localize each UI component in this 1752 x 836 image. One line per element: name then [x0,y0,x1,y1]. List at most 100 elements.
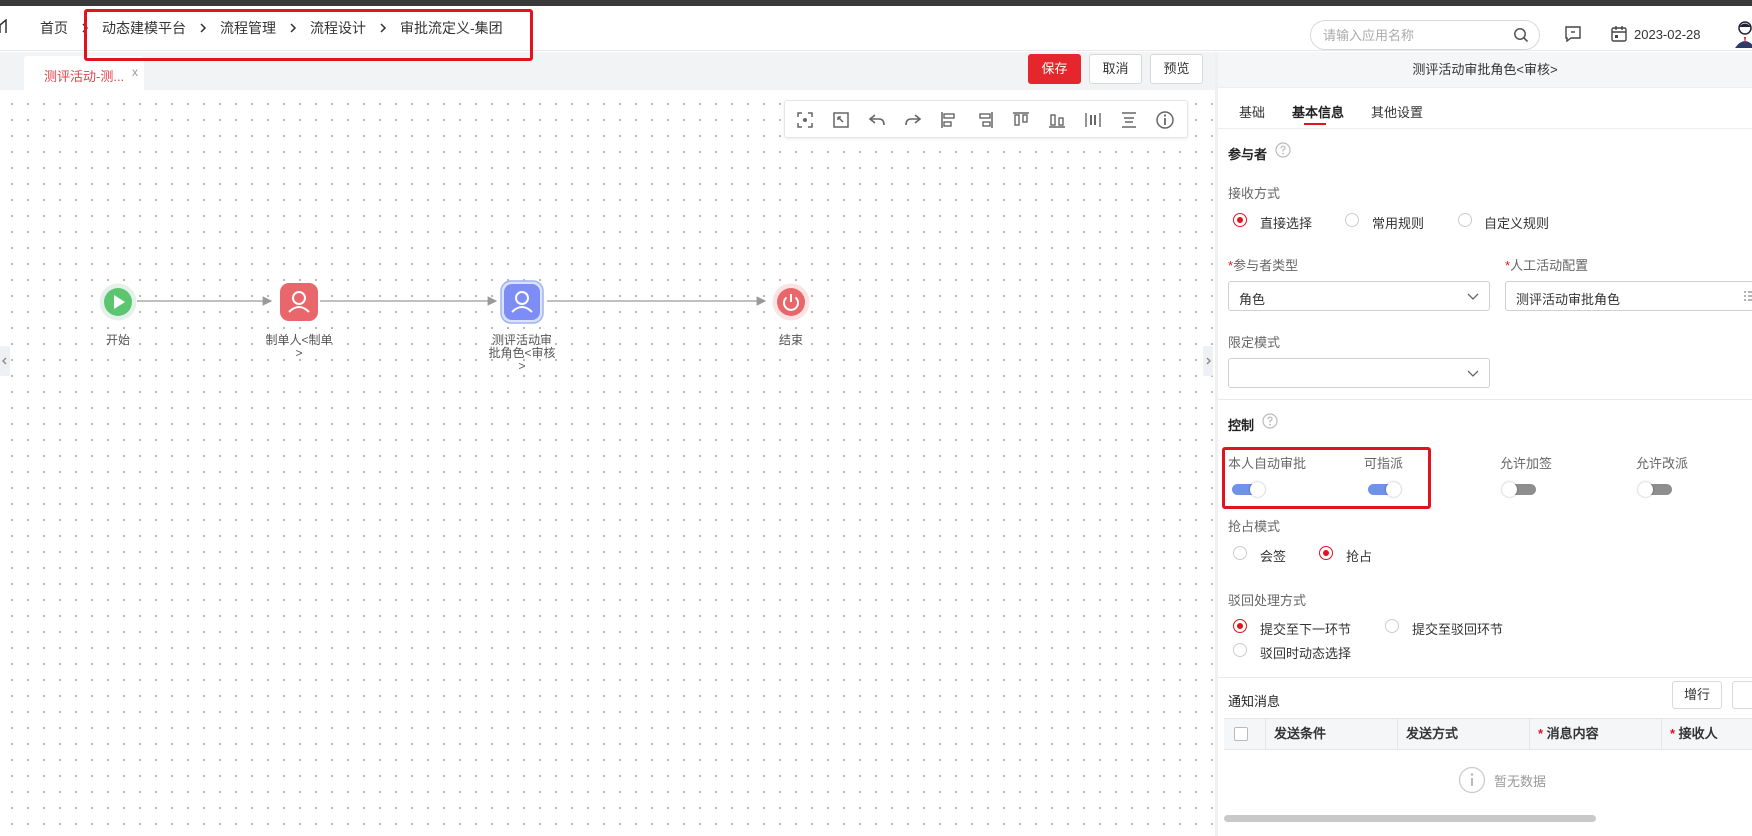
radio-countersign[interactable] [1233,546,1247,560]
limit-mode-select[interactable] [1228,358,1490,388]
assignable-toggle[interactable] [1366,481,1402,497]
cancel-button[interactable]: 取消 [1089,54,1142,84]
right-panel-toggle[interactable] [1203,346,1213,376]
allow-reassign-toggle[interactable] [1638,481,1674,497]
flow-node-start[interactable] [99,283,137,324]
participant-type-label: *参与者类型 [1228,258,1299,273]
chevron-right-icon [379,21,387,35]
breadcrumb-platform[interactable]: 动态建模平台 [102,18,186,38]
toggle-label-allow-reassign: 允许改派 [1636,456,1689,471]
flow-canvas[interactable]: 开始 制单人<制单 > 测评活动审 批角色<审核 > 结束 [0,90,1215,836]
select-all-cell [1224,719,1266,749]
control-title: 控制 [1228,418,1255,433]
search-input[interactable] [1323,26,1503,44]
radio-label: 提交至下一环节 [1260,622,1352,637]
radio-label: 常用规则 [1372,216,1425,231]
manual-activity-label: *人工活动配置 [1505,258,1589,273]
info-icon [1458,766,1486,794]
radio-submit-next[interactable] [1233,619,1247,633]
toggle-label-self-auto-approve: 本人自动审批 [1228,456,1307,471]
radio-label: 直接选择 [1260,216,1313,231]
radio-dynamic-select[interactable] [1233,643,1247,657]
tab-basic-info[interactable]: 基本信息 [1292,102,1344,121]
column-header: 发送方式 [1398,719,1530,749]
receive-mode-label: 接收方式 [1228,186,1281,201]
radio-custom-rule[interactable] [1458,213,1472,227]
breadcrumb-process-design[interactable]: 流程设计 [310,18,366,38]
delete-row-button[interactable] [1732,681,1752,709]
home-icon[interactable] [0,19,8,35]
toggle-label-allow-add-sign: 允许加签 [1500,456,1553,471]
chevron-right-icon [289,21,297,35]
empty-state: 暂无数据 [1458,766,1546,794]
self-auto-approve-toggle[interactable] [1230,481,1266,497]
chevron-right-icon [81,21,89,35]
limit-mode-label: 限定模式 [1228,335,1281,350]
chevron-right-icon [199,21,207,35]
flow-node-maker[interactable] [280,283,318,324]
breadcrumb-current: 审批流定义-集团 [400,20,503,36]
select-all-checkbox[interactable] [1234,727,1248,741]
flow-connectors [137,296,767,306]
grab-mode-label: 抢占模式 [1228,519,1281,534]
radio-label: 会签 [1260,549,1287,564]
notify-table-header: 发送条件 发送方式 * 消息内容 * 接收人 [1224,718,1752,750]
participants-title: 参与者 [1228,147,1268,162]
flow-node-label: 测评活动审 批角色<审核 > [488,333,556,373]
column-header: 发送条件 [1266,719,1398,749]
manual-activity-select[interactable]: 测评活动审批角色 [1505,281,1752,311]
allow-add-sign-toggle[interactable] [1502,481,1538,497]
current-date: 2023-02-28 [1634,27,1701,42]
participant-type-select[interactable]: 角色 [1228,281,1490,311]
list-icon [1744,291,1752,301]
chevron-left-icon [2,357,7,365]
save-button[interactable]: 保存 [1028,54,1081,84]
radio-label: 抢占 [1346,549,1373,564]
calendar-icon [1611,26,1627,42]
radio-direct-select[interactable] [1233,213,1247,227]
breadcrumb-home[interactable]: 首页 [40,18,68,38]
flow-node-end[interactable] [772,283,810,324]
radio-label: 提交至驳回环节 [1412,622,1504,637]
flow-node-label: 制单人<制单 > [265,333,333,360]
app-search [1310,20,1540,50]
column-header: * 消息内容 [1530,719,1662,749]
active-tab-indicator [1304,123,1326,125]
notify-title: 通知消息 [1228,694,1281,709]
property-panel: 测评活动审批角色<审核> 基础 基本信息 其他设置 参与者 接收方式 直接选择 … [1218,52,1752,836]
tab-basic[interactable]: 基础 [1239,102,1265,121]
breadcrumb-process-management[interactable]: 流程管理 [220,18,276,38]
radio-label: 驳回时动态选择 [1260,646,1352,661]
message-icon[interactable] [1564,25,1582,43]
search-icon[interactable] [1513,27,1529,43]
radio-label: 自定义规则 [1484,216,1550,231]
radio-grab[interactable] [1319,546,1333,560]
divider [1218,128,1752,129]
flow-node-label: 开始 [105,333,130,347]
chevron-down-icon [1467,370,1479,377]
horizontal-scrollbar[interactable] [1224,815,1596,822]
chevron-down-icon [1467,293,1479,300]
help-icon[interactable] [1275,142,1291,158]
radio-submit-reject-step[interactable] [1385,619,1399,633]
tab-process-editor[interactable]: 测评活动-测... x [24,56,144,90]
radio-common-rule[interactable] [1345,213,1359,227]
divider [1218,399,1752,400]
panel-title: 测评活动审批角色<审核> [1218,52,1752,88]
top-header: 首页 动态建模平台 流程管理 流程设计 审批流定义-集团 2023-02-28 [0,6,1752,51]
breadcrumb: 首页 动态建模平台 流程管理 流程设计 审批流定义-集团 [40,19,503,37]
flow-node-approval-role[interactable] [500,280,544,327]
avatar[interactable] [1730,18,1752,52]
toggle-label-assignable: 可指派 [1364,456,1404,471]
chevron-right-icon [1206,357,1211,365]
add-row-button[interactable]: 增行 [1672,681,1722,709]
tab-other-settings[interactable]: 其他设置 [1371,102,1423,121]
flow-node-label: 结束 [778,333,803,347]
help-icon[interactable] [1262,413,1278,429]
tab-label: 测评活动-测... [44,69,125,84]
preview-button[interactable]: 预览 [1150,54,1203,84]
divider [1218,677,1752,678]
close-icon[interactable]: x [132,65,138,79]
left-panel-toggle[interactable] [0,346,10,376]
reject-handling-label: 驳回处理方式 [1228,593,1307,608]
